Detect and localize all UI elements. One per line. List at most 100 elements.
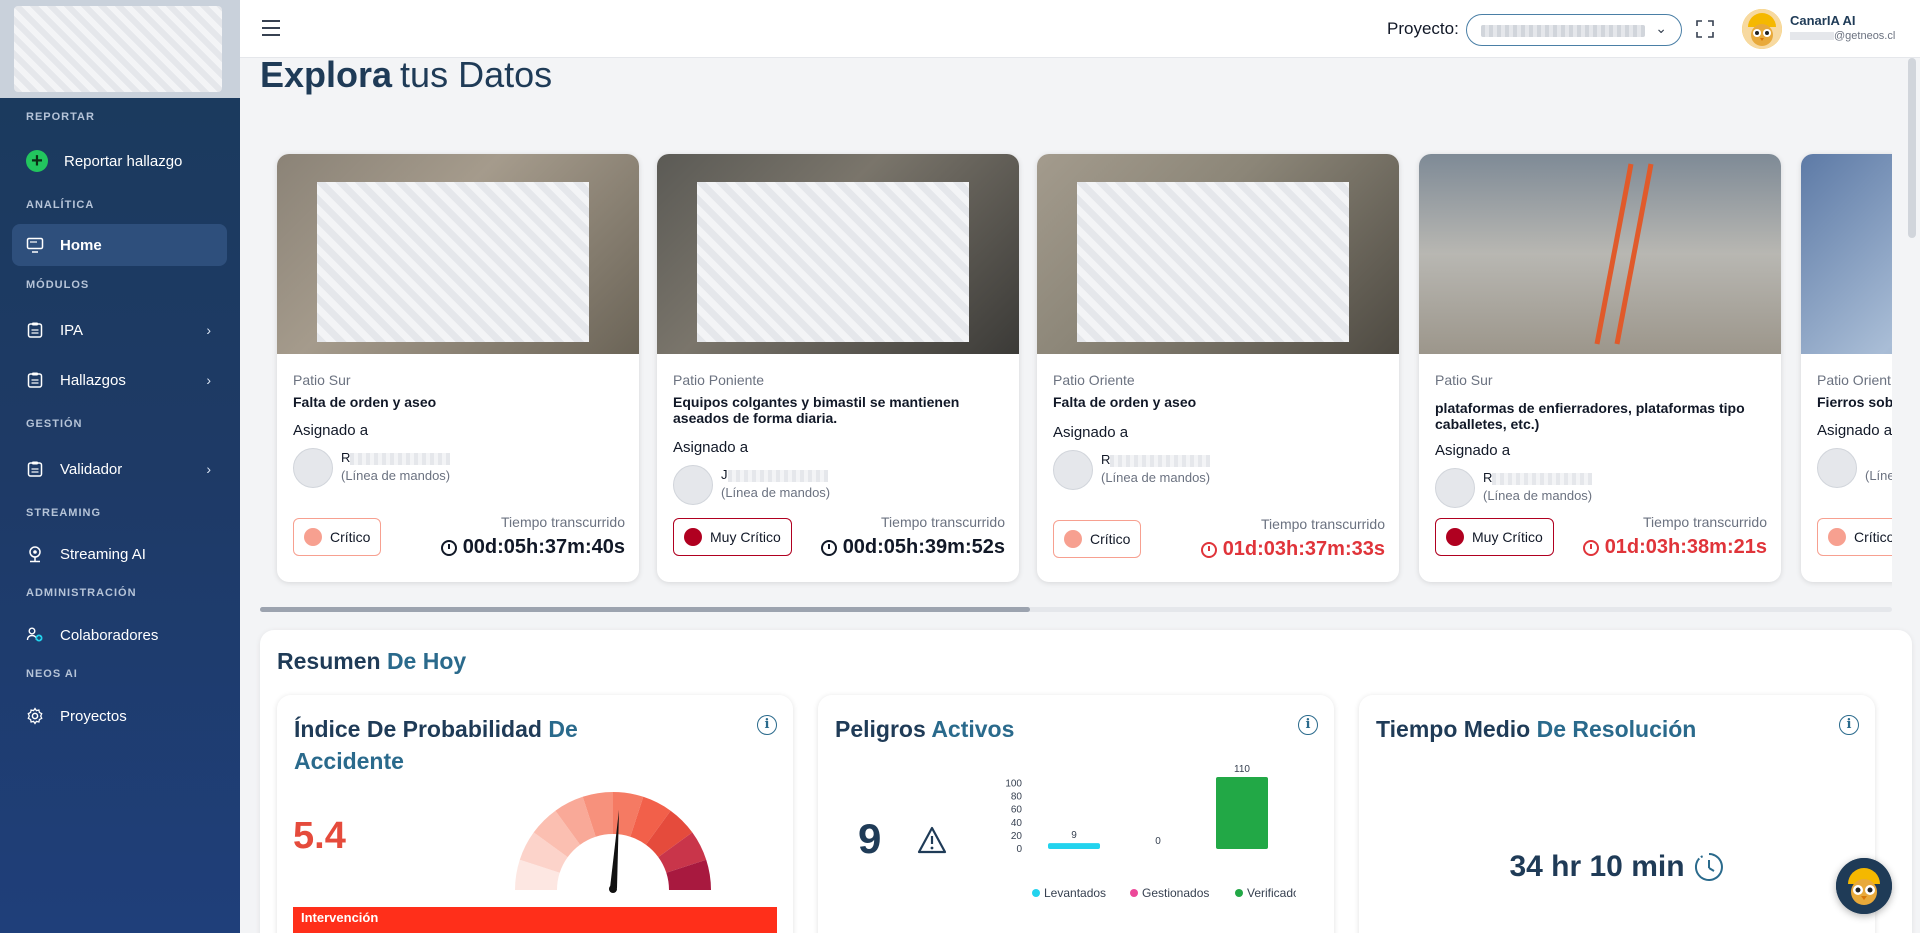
legend-marker (1032, 889, 1040, 897)
sidebar-item-label: IPA (60, 321, 84, 339)
elapsed-time: 00d:05h:37m:40s (440, 536, 625, 559)
sidebar: REPORTAR + Reportar hallazgo ANALÍTICA H… (0, 0, 240, 933)
sidebar-item-label: Colaboradores (60, 626, 159, 644)
users-icon (26, 626, 44, 644)
person-name: R (1101, 452, 1211, 467)
panel-title: Índice De Probabilidad De Accidente (294, 716, 578, 774)
finding-photo (1037, 154, 1399, 354)
gear-icon (26, 707, 44, 725)
avatar (1817, 448, 1857, 488)
legend-marker (1130, 889, 1138, 897)
clock-icon (440, 539, 457, 556)
y-tick-label: 20 (1011, 831, 1023, 842)
time-label: Tiempo transcurrido (881, 514, 1005, 530)
clock-icon (820, 539, 837, 556)
person-role: (Línea de mandos) (721, 485, 831, 500)
sidebar-item-ipa[interactable]: IPA › (12, 309, 227, 351)
chevron-right-icon: › (206, 372, 211, 388)
elapsed-time: 01d:03h:37m:33s (1200, 538, 1385, 561)
sidebar-item-hallazgos[interactable]: Hallazgos › (12, 359, 227, 401)
probability-panel: Índice De Probabilidad De Accidente i 5.… (277, 695, 793, 933)
y-tick-label: 0 (1016, 844, 1022, 855)
y-tick-label: 40 (1011, 818, 1023, 829)
bar-levantados (1048, 843, 1100, 849)
summary-title: Resumen De Hoy (277, 648, 467, 674)
finding-card[interactable]: Patio Sur Falta de orden y aseo Asignado… (277, 154, 639, 582)
data-label: 110 (1234, 765, 1250, 775)
info-icon[interactable]: i (757, 715, 777, 735)
avatar (673, 465, 713, 505)
carousel-scrollbar[interactable] (260, 607, 1892, 612)
sidebar-item-reportar-hallazgo[interactable]: + Reportar hallazgo (12, 140, 227, 182)
plus-icon: + (26, 150, 48, 172)
gauge (515, 792, 711, 893)
sidebar-item-streaming-ai[interactable]: Streaming AI (12, 533, 227, 575)
legend-marker (1235, 889, 1243, 897)
person-name: R (341, 450, 451, 465)
sidebar-item-home[interactable]: Home (12, 224, 227, 266)
legend-label: Gestionados (1142, 886, 1209, 900)
user-email: @getneos.cl (1790, 30, 1895, 42)
severity-badge: Crítico (1817, 518, 1892, 556)
vertical-scrollbar[interactable] (1908, 58, 1916, 238)
person-name: R (1483, 470, 1593, 485)
probability-value: 5.4 (293, 815, 346, 857)
chevron-right-icon: › (206, 322, 211, 338)
clipboard-icon (26, 460, 44, 478)
risk-level-bar: Intervención (293, 907, 777, 933)
clock-icon (1582, 539, 1599, 556)
clock-icon (1694, 853, 1723, 881)
sidebar-item-label: Home (60, 236, 102, 254)
sidebar-item-colaboradores[interactable]: Colaboradores (12, 614, 227, 656)
assigned-label: Asignado a (1053, 424, 1129, 441)
info-icon[interactable]: i (1298, 715, 1318, 735)
assistant-chat-button[interactable] (1836, 858, 1892, 914)
active-hazards-panel: Peligros Activos i 9 0 20 40 60 80 100 9 0 110 Le… (818, 695, 1334, 933)
section-modulos: MÓDULOS (26, 279, 90, 291)
findings-carousel: Patio Sur Falta de orden y aseo Asignado… (260, 150, 1892, 590)
sidebar-item-label: Validador (60, 460, 123, 478)
person-name: J (721, 467, 828, 482)
section-streaming: STREAMING (26, 507, 101, 519)
bar-verificados (1216, 777, 1268, 849)
person-role: (Línea de mandos) (1101, 470, 1211, 485)
panel-title: Peligros Activos (835, 716, 1015, 742)
chevron-down-icon: ⌄ (1655, 20, 1667, 36)
sidebar-item-proyectos[interactable]: Proyectos (12, 695, 227, 737)
camera-icon (26, 545, 44, 563)
section-administracion: ADMINISTRACIÓN (26, 587, 137, 599)
finding-title: plataformas de enfierradores, plataforma… (1435, 400, 1745, 432)
clipboard-icon (26, 371, 44, 389)
project-select[interactable]: ⌄ (1466, 14, 1682, 46)
finding-card[interactable]: Patio Oriente Falta de orden y aseo Asig… (1037, 154, 1399, 582)
finding-card[interactable]: Patio Orient Fierros sob Asignado a (Lín… (1801, 154, 1892, 582)
finding-location: Patio Sur (293, 372, 351, 388)
finding-title: Falta de orden y aseo (293, 394, 437, 410)
section-neos-ai: NEOS AI (26, 668, 78, 680)
finding-photo (1419, 154, 1781, 354)
finding-card[interactable]: Patio Poniente Equipos colgantes y bimas… (657, 154, 1019, 582)
sidebar-item-validador[interactable]: Validador › (12, 448, 227, 490)
finding-title: Falta de orden y aseo (1053, 394, 1197, 410)
user-name: CanarIA AI (1790, 13, 1856, 28)
avatar[interactable] (1742, 9, 1782, 49)
elapsed-time: 01d:03h:38m:21s (1582, 536, 1767, 559)
avatar (1053, 450, 1093, 490)
section-analitica: ANALÍTICA (26, 199, 95, 211)
info-icon[interactable]: i (1839, 715, 1859, 735)
legend-label: Levantados (1044, 886, 1106, 900)
hazards-bar-chart: 0 20 40 60 80 100 9 0 110 Levantados Gestionados Ve… (1005, 765, 1296, 900)
page-title: Explora tus Datos (260, 54, 553, 95)
finding-card[interactable]: Patio Sur plataformas de enfierradores, … (1419, 154, 1781, 582)
fullscreen-icon[interactable] (1696, 20, 1714, 38)
avatar (1435, 468, 1475, 508)
finding-title: Fierros sob (1817, 394, 1892, 410)
finding-location: Patio Poniente (673, 372, 765, 388)
resolution-time-value: 34 hr 10 min (1359, 850, 1875, 884)
severity-badge: Muy Crítico (673, 518, 792, 556)
warning-icon (917, 826, 947, 854)
menu-icon[interactable] (262, 20, 280, 41)
clipboard-icon (26, 321, 44, 339)
resolution-time-panel: Tiempo Medio De Resolución i 34 hr 10 mi… (1359, 695, 1875, 933)
sidebar-item-label: Reportar hallazgo (64, 152, 183, 170)
